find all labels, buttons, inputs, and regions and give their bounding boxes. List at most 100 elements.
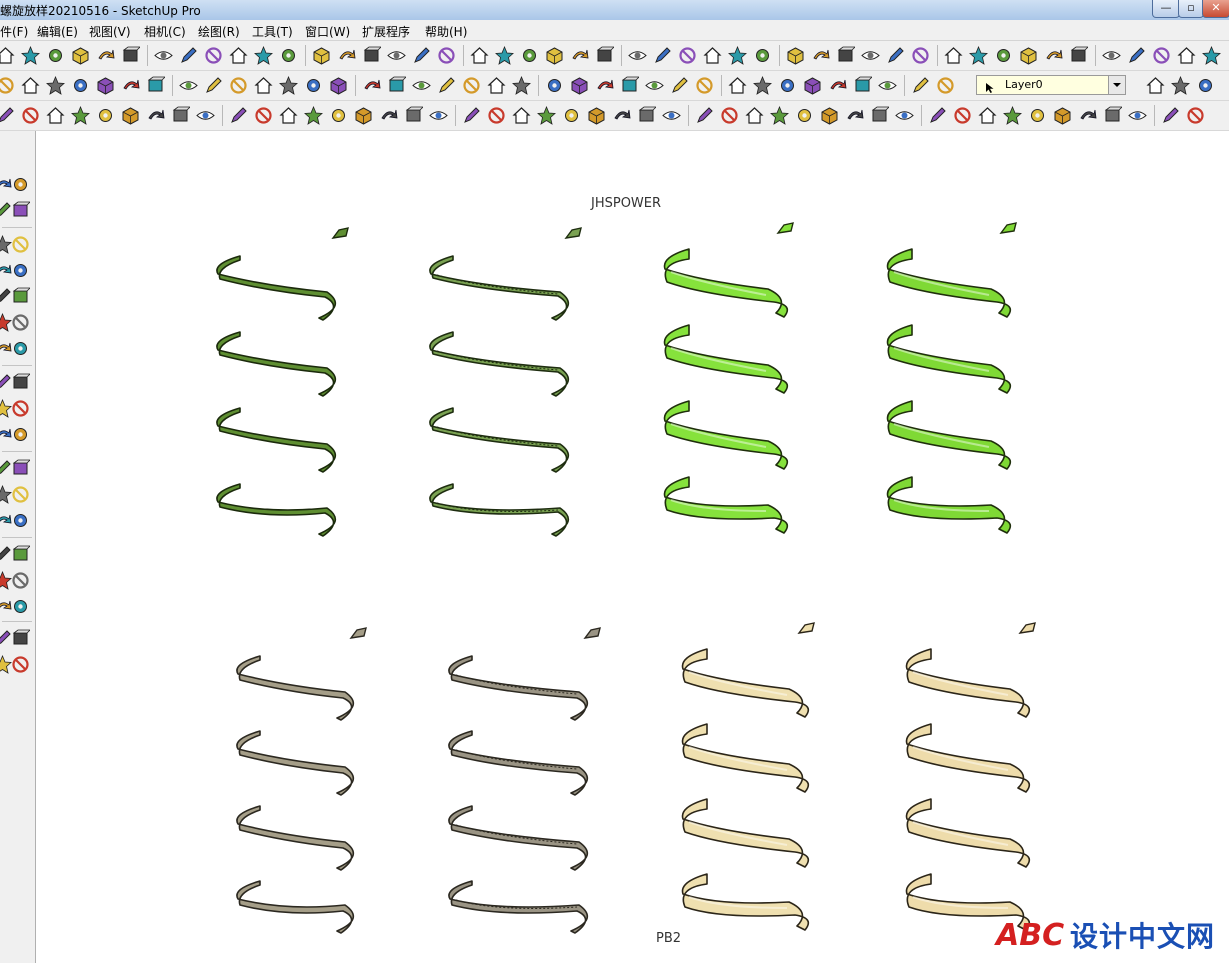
house-icon[interactable]: [46, 106, 65, 125]
pencil-icon[interactable]: [204, 76, 223, 95]
pencil-icon[interactable]: [229, 106, 248, 125]
menu-file[interactable]: 文件(F): [0, 23, 28, 40]
house-icon[interactable]: [487, 76, 506, 95]
menu-camera[interactable]: 相机(C): [144, 23, 186, 40]
house-icon[interactable]: [229, 46, 248, 65]
eye-icon[interactable]: [1128, 106, 1147, 125]
arrow-icon[interactable]: [1044, 46, 1063, 65]
eye-icon[interactable]: [1102, 46, 1121, 65]
eye-icon[interactable]: [412, 76, 431, 95]
cube-icon[interactable]: [587, 106, 606, 125]
eye-icon[interactable]: [429, 106, 448, 125]
house-icon[interactable]: [745, 106, 764, 125]
arrow-icon[interactable]: [379, 106, 398, 125]
house-icon[interactable]: [944, 46, 963, 65]
layer-select[interactable]: Layer0: [976, 75, 1126, 95]
gear-icon[interactable]: [304, 76, 323, 95]
star-icon[interactable]: [1171, 76, 1190, 95]
arrow-icon[interactable]: [845, 106, 864, 125]
pencil-icon[interactable]: [412, 46, 431, 65]
arrow-icon[interactable]: [828, 76, 847, 95]
cube-icon[interactable]: [1019, 46, 1038, 65]
star-icon[interactable]: [279, 76, 298, 95]
maximize-button[interactable]: ▫: [1178, 0, 1204, 18]
cube-icon[interactable]: [121, 106, 140, 125]
box-icon[interactable]: [404, 106, 423, 125]
gear-icon[interactable]: [11, 425, 30, 444]
minimize-button[interactable]: —: [1152, 0, 1180, 18]
gear-icon[interactable]: [994, 46, 1013, 65]
drawing-viewport[interactable]: JHSPOWER PB2: [36, 131, 1229, 963]
house-icon[interactable]: [279, 106, 298, 125]
menu-view[interactable]: 视图(V): [89, 23, 131, 40]
house-icon[interactable]: [978, 106, 997, 125]
box-icon[interactable]: [1103, 106, 1122, 125]
arrow-icon[interactable]: [362, 76, 381, 95]
house-icon[interactable]: [254, 76, 273, 95]
star-icon[interactable]: [21, 46, 40, 65]
box-icon[interactable]: [11, 373, 30, 392]
pencil-icon[interactable]: [695, 106, 714, 125]
gear-icon[interactable]: [46, 46, 65, 65]
house-icon[interactable]: [1177, 46, 1196, 65]
menu-edit[interactable]: 编辑(E): [37, 23, 78, 40]
gear-icon[interactable]: [795, 106, 814, 125]
star-icon[interactable]: [512, 76, 531, 95]
box-icon[interactable]: [146, 76, 165, 95]
box-icon[interactable]: [171, 106, 190, 125]
circle-icon[interactable]: [11, 485, 30, 504]
arrow-icon[interactable]: [121, 76, 140, 95]
circle-icon[interactable]: [487, 106, 506, 125]
pencil-icon[interactable]: [928, 106, 947, 125]
star-icon[interactable]: [254, 46, 273, 65]
cube-icon[interactable]: [545, 46, 564, 65]
eye-icon[interactable]: [196, 106, 215, 125]
circle-icon[interactable]: [11, 655, 30, 674]
gear-icon[interactable]: [11, 597, 30, 616]
star-icon[interactable]: [71, 106, 90, 125]
menu-draw[interactable]: 绘图(R): [198, 23, 240, 40]
eye-icon[interactable]: [387, 46, 406, 65]
eye-icon[interactable]: [154, 46, 173, 65]
star-icon[interactable]: [1202, 46, 1221, 65]
menu-window[interactable]: 窗口(W): [305, 23, 350, 40]
gear-icon[interactable]: [545, 76, 564, 95]
circle-icon[interactable]: [21, 106, 40, 125]
eye-icon[interactable]: [878, 76, 897, 95]
pencil-icon[interactable]: [911, 76, 930, 95]
circle-icon[interactable]: [720, 106, 739, 125]
house-icon[interactable]: [703, 46, 722, 65]
circle-icon[interactable]: [1152, 46, 1171, 65]
house-icon[interactable]: [470, 46, 489, 65]
star-icon[interactable]: [753, 76, 772, 95]
box-icon[interactable]: [121, 46, 140, 65]
gear-icon[interactable]: [279, 46, 298, 65]
gear-icon[interactable]: [520, 46, 539, 65]
gear-icon[interactable]: [96, 106, 115, 125]
box-icon[interactable]: [620, 76, 639, 95]
arrow-icon[interactable]: [612, 106, 631, 125]
gear-icon[interactable]: [11, 339, 30, 358]
arrow-icon[interactable]: [570, 46, 589, 65]
circle-icon[interactable]: [11, 571, 30, 590]
circle-icon[interactable]: [204, 46, 223, 65]
circle-icon[interactable]: [953, 106, 972, 125]
pencil-icon[interactable]: [886, 46, 905, 65]
eye-icon[interactable]: [861, 46, 880, 65]
box-icon[interactable]: [11, 629, 30, 648]
house-icon[interactable]: [1146, 76, 1165, 95]
arrow-icon[interactable]: [595, 76, 614, 95]
cube-icon[interactable]: [786, 46, 805, 65]
star-icon[interactable]: [304, 106, 323, 125]
pencil-icon[interactable]: [670, 76, 689, 95]
close-button[interactable]: ✕: [1202, 0, 1229, 18]
circle-icon[interactable]: [229, 76, 248, 95]
cube-icon[interactable]: [570, 76, 589, 95]
box-icon[interactable]: [11, 459, 30, 478]
pencil-icon[interactable]: [1161, 106, 1180, 125]
box-icon[interactable]: [11, 201, 30, 220]
gear-icon[interactable]: [778, 76, 797, 95]
circle-icon[interactable]: [695, 76, 714, 95]
cube-icon[interactable]: [803, 76, 822, 95]
arrow-icon[interactable]: [811, 46, 830, 65]
